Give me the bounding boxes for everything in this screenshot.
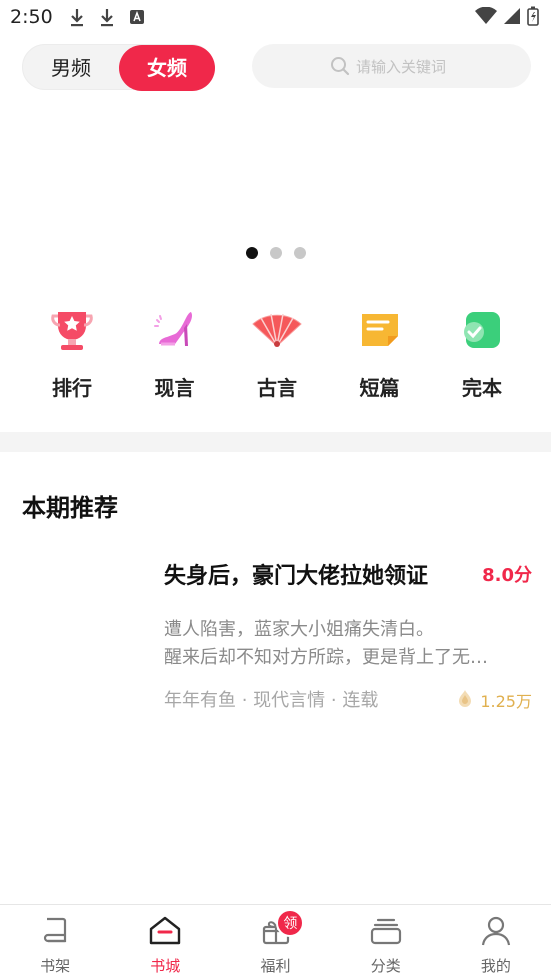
tab-label: 分类 <box>370 957 401 975</box>
category-icon <box>369 915 403 951</box>
tab-bookstore[interactable]: 书城 <box>110 905 220 980</box>
pager-dot[interactable] <box>269 247 282 259</box>
category-label: 现言 <box>154 376 195 400</box>
wifi-icon <box>475 6 497 29</box>
tab-category[interactable]: 分类 <box>331 905 441 980</box>
app-notification-icon <box>129 9 145 25</box>
category-ancient-romance[interactable]: 古言 <box>227 300 327 401</box>
category-short-stories[interactable]: 短篇 <box>330 300 430 401</box>
battery-icon <box>527 6 539 30</box>
search-icon <box>330 56 350 80</box>
status-time: 2:50 <box>10 6 53 28</box>
top-bar: 男频 女频 请输入关键词 <box>0 44 551 91</box>
category-label: 排行 <box>52 376 92 400</box>
profile-icon <box>480 915 512 951</box>
section-title: 本期推荐 <box>22 494 118 522</box>
download-icon <box>99 7 115 27</box>
book-title[interactable]: 失身后，豪门大佬拉她领证 <box>164 558 428 590</box>
book-meta: 年年有鱼 · 现代言情 · 连载 <box>164 690 379 711</box>
tab-label: 书城 <box>150 957 181 975</box>
category-label: 完本 <box>462 376 502 400</box>
welfare-badge: 领 <box>276 909 305 937</box>
store-icon <box>147 915 183 951</box>
book-cover[interactable] <box>22 556 140 714</box>
tab-welfare[interactable]: 领 福利 <box>220 905 330 980</box>
category-shortcuts: 排行 现言 古言 短篇 完本 <box>22 300 532 401</box>
trophy-icon <box>42 300 102 360</box>
gender-switch[interactable]: 男频 女频 <box>22 44 215 91</box>
status-bar: 2:50 <box>0 0 551 34</box>
bottom-tab-bar: 书架 书城 领 福利 分类 我的 <box>0 904 551 980</box>
tab-label: 我的 <box>480 957 511 975</box>
book-description-line: 遭人陷害，蓝家大小姐痛失清白。 <box>164 619 434 640</box>
check-square-icon <box>452 300 512 360</box>
tab-label: 书架 <box>40 957 71 975</box>
pager-dot[interactable] <box>293 247 306 259</box>
book-heat: 1.25万 <box>456 688 532 712</box>
tab-bookshelf[interactable]: 书架 <box>0 905 110 980</box>
download-icon <box>69 7 85 27</box>
recommended-book-card[interactable]: 失身后，豪门大佬拉她领证 8.0分 遭人陷害，蓝家大小姐痛失清白。 醒来后却不知… <box>22 556 532 716</box>
category-modern-romance[interactable]: 现言 <box>125 300 225 401</box>
heat-value: 1.25万 <box>480 692 532 711</box>
section-divider <box>0 432 551 452</box>
banner-pager <box>0 247 551 259</box>
pager-dot-active[interactable] <box>245 247 258 259</box>
tab-male[interactable]: 男频 <box>23 45 119 91</box>
book-description: 遭人陷害，蓝家大小姐痛失清白。 醒来后却不知对方所踪，更是背上了无… <box>164 616 532 672</box>
category-ranking[interactable]: 排行 <box>22 300 122 401</box>
tab-label: 福利 <box>260 957 291 975</box>
category-label: 短篇 <box>359 376 400 400</box>
book-description-line: 醒来后却不知对方所踪，更是背上了无… <box>164 647 488 668</box>
category-label: 古言 <box>257 376 297 400</box>
category-completed[interactable]: 完本 <box>432 300 532 401</box>
heat-icon <box>456 689 474 711</box>
signal-icon <box>503 7 521 29</box>
book-score: 8.0分 <box>482 565 532 586</box>
bookshelf-icon <box>39 915 71 951</box>
search-bar[interactable]: 请输入关键词 <box>252 44 531 88</box>
tab-female[interactable]: 女频 <box>119 45 215 91</box>
tab-profile[interactable]: 我的 <box>441 905 551 980</box>
note-icon <box>350 300 410 360</box>
search-placeholder[interactable]: 请输入关键词 <box>356 56 446 77</box>
high-heel-icon <box>145 300 205 360</box>
fan-icon <box>247 300 307 360</box>
